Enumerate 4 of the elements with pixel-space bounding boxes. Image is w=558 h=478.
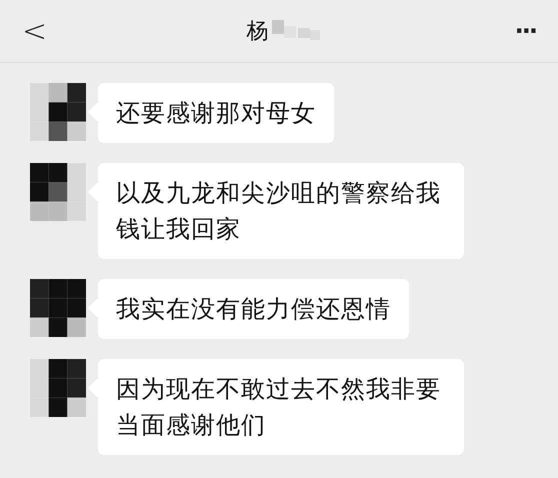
more-button[interactable]: ··· xyxy=(514,17,536,45)
pixelated-name-drawing xyxy=(272,20,320,42)
chat-title: 杨 xyxy=(246,18,268,46)
back-button[interactable]: < xyxy=(22,14,62,48)
